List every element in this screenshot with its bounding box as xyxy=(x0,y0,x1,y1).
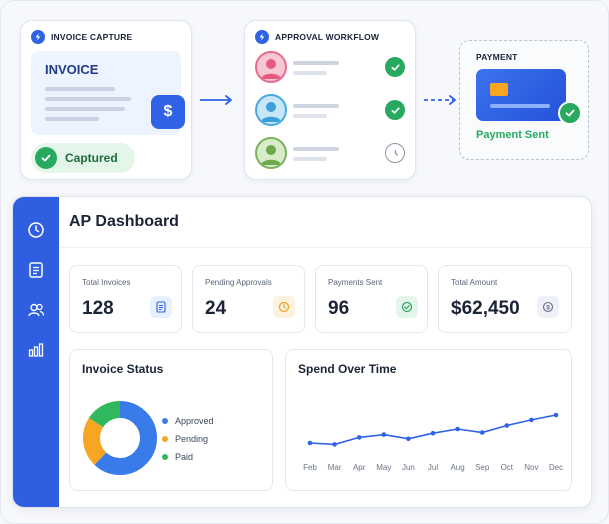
donut-chart xyxy=(83,401,157,475)
captured-badge: Captured xyxy=(31,143,135,173)
spend-series-line xyxy=(309,414,557,446)
stat-value: $62,450 xyxy=(451,298,520,319)
dollar-icon: $ xyxy=(151,95,185,129)
stat-value: 96 xyxy=(328,298,350,319)
dollar-icon: $ xyxy=(537,296,559,318)
svg-text:$: $ xyxy=(546,304,550,311)
x-tick-label: Jul xyxy=(427,463,439,472)
doc-line xyxy=(45,87,115,91)
legend-label: Pending xyxy=(175,434,209,444)
legend-dot xyxy=(162,454,168,460)
doc-line xyxy=(45,97,131,101)
x-tick-label: Mar xyxy=(327,463,342,472)
x-tick-label: Jun xyxy=(401,463,415,472)
dashboard-title: AP Dashboard xyxy=(69,213,179,230)
legend-label: Approved xyxy=(175,416,214,426)
approved-check-icon xyxy=(385,100,405,120)
stat-value: 24 xyxy=(205,298,227,319)
bolt-icon xyxy=(255,30,269,44)
legend-item: Paid xyxy=(162,452,193,462)
avatar xyxy=(255,51,287,83)
payment-check-icon xyxy=(558,101,582,125)
data-point xyxy=(529,417,534,423)
card-strip xyxy=(490,104,550,108)
data-point xyxy=(406,436,411,442)
captured-label: Captured xyxy=(65,151,118,165)
data-point xyxy=(307,440,313,446)
check-icon xyxy=(396,296,418,318)
stat-pending-approvals[interactable]: Pending Approvals 24 xyxy=(192,265,305,333)
sidebar xyxy=(13,197,59,507)
approved-check-icon xyxy=(385,57,405,77)
approval-workflow-title: APPROVAL WORKFLOW xyxy=(275,32,380,42)
approver-line xyxy=(293,71,327,75)
invoice-document: INVOICE $ xyxy=(31,51,185,135)
approver-line xyxy=(293,104,339,108)
stat-label: Total Invoices xyxy=(82,278,131,287)
ap-dashboard: AP Dashboard Total Invoices 128 Pending … xyxy=(12,196,592,508)
clock-icon xyxy=(273,296,295,318)
invoice-status-panel: Invoice Status Approved Pending Paid xyxy=(69,349,273,491)
panel-title: Invoice Status xyxy=(82,362,164,376)
document-icon xyxy=(150,296,172,318)
x-tick-label: May xyxy=(376,463,392,472)
approver-line xyxy=(293,61,339,65)
data-point xyxy=(504,423,510,428)
payment-status: Payment Sent xyxy=(476,129,549,141)
legend-item: Pending xyxy=(162,434,208,444)
divider xyxy=(59,247,591,248)
doc-line xyxy=(45,107,125,111)
data-point xyxy=(381,432,387,437)
bar-chart-icon[interactable] xyxy=(25,339,47,361)
legend-item: Approved xyxy=(162,416,214,426)
data-point xyxy=(332,442,337,447)
document-icon[interactable] xyxy=(25,259,47,281)
data-point xyxy=(430,430,436,436)
data-point xyxy=(479,430,485,435)
data-point xyxy=(356,435,362,440)
x-tick-label: Apr xyxy=(352,463,366,472)
credit-card-icon xyxy=(476,69,566,121)
stat-total-invoices[interactable]: Total Invoices 128 xyxy=(69,265,182,333)
invoice-capture-title: INVOICE CAPTURE xyxy=(51,32,133,42)
check-icon xyxy=(35,147,57,169)
stat-label: Payments Sent xyxy=(328,278,383,287)
stat-label: Pending Approvals xyxy=(205,278,272,287)
data-point xyxy=(553,412,559,418)
avatar xyxy=(255,137,287,169)
approver-line xyxy=(293,157,327,161)
approval-workflow-card[interactable]: APPROVAL WORKFLOW xyxy=(244,20,416,180)
card-chip xyxy=(490,83,508,96)
approver-line xyxy=(293,147,339,151)
payment-card[interactable]: PAYMENT Payment Sent xyxy=(459,40,589,160)
x-tick-label: Nov xyxy=(524,463,539,472)
dashed-arrow-right-icon xyxy=(424,95,456,105)
stat-payments-sent[interactable]: Payments Sent 96 xyxy=(315,265,428,333)
payment-title: PAYMENT xyxy=(476,52,518,62)
x-tick-label: Sep xyxy=(475,463,490,472)
stat-value: 128 xyxy=(82,298,114,319)
x-tick-label: Oct xyxy=(500,463,514,472)
approver-line xyxy=(293,114,327,118)
pending-clock-icon xyxy=(385,143,405,163)
legend-dot xyxy=(162,436,168,442)
legend-label: Paid xyxy=(175,452,194,462)
stat-label: Total Amount xyxy=(451,278,498,287)
spend-over-time-panel: Spend Over Time Feb Mar Apr May Jun Jul Aug Sep… xyxy=(285,349,572,491)
avatar xyxy=(255,94,287,126)
x-tick-label: Aug xyxy=(450,463,465,472)
legend-dot xyxy=(162,418,168,424)
clock-icon[interactable] xyxy=(25,219,47,241)
x-tick-label: Feb xyxy=(303,463,317,472)
arrow-right-icon xyxy=(200,95,232,105)
stat-total-amount[interactable]: Total Amount $62,450 $ xyxy=(438,265,572,333)
data-point xyxy=(455,426,460,432)
users-icon[interactable] xyxy=(25,299,47,321)
doc-line xyxy=(45,117,99,121)
invoice-capture-card[interactable]: INVOICE CAPTURE INVOICE $ Captured xyxy=(20,20,192,180)
invoice-doc-title: INVOICE xyxy=(45,62,99,77)
bolt-icon xyxy=(31,30,45,44)
x-tick-label: Dec xyxy=(548,463,564,472)
